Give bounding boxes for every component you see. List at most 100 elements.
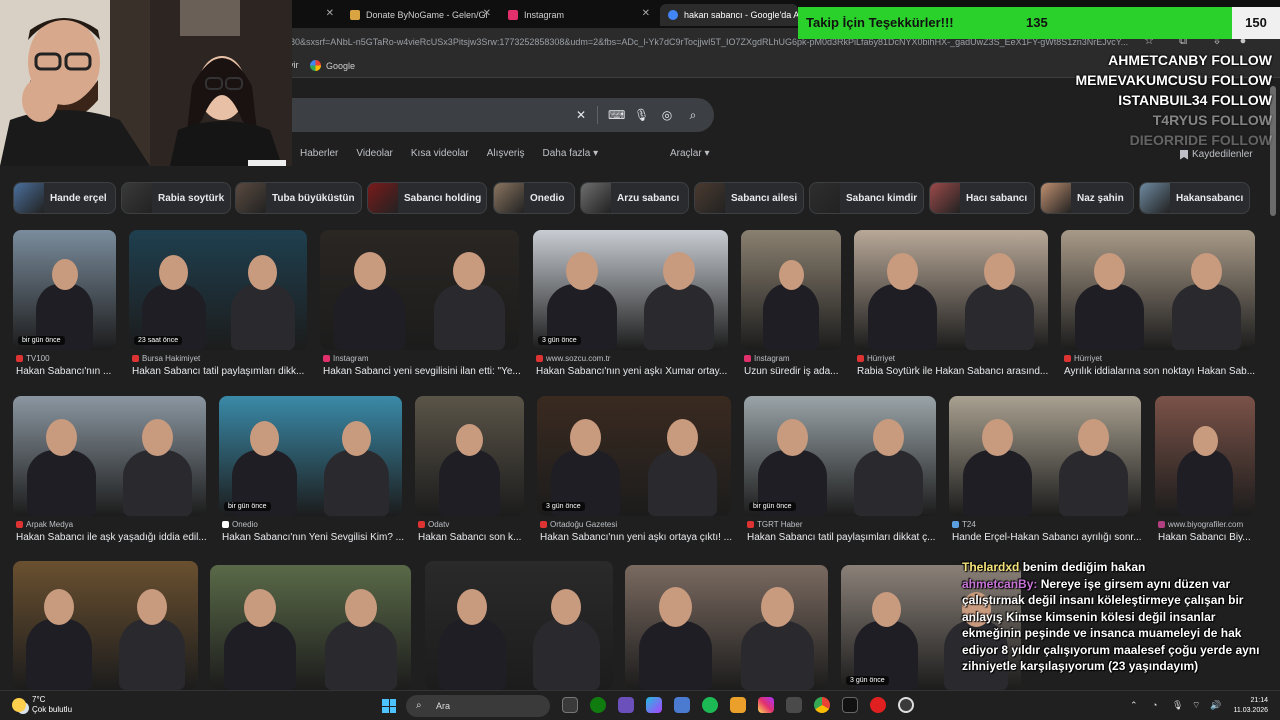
xbox-icon[interactable] — [590, 697, 606, 713]
file-explorer-icon[interactable] — [730, 697, 746, 713]
related-search-chip[interactable]: Rabia soytürk — [121, 182, 231, 214]
copilot-icon[interactable] — [646, 697, 662, 713]
tab-more[interactable]: Daha fazla ▾ — [542, 148, 598, 164]
browser-tab[interactable]: Donate ByNoGame - Gelen/Gi ✕ — [342, 4, 497, 26]
result-thumbnail[interactable] — [1155, 396, 1255, 516]
related-search-chip[interactable]: Tuba büyüküstün — [235, 182, 362, 214]
chrome-icon[interactable] — [814, 697, 830, 713]
result-thumbnail[interactable] — [320, 230, 519, 350]
tiktok-icon[interactable] — [842, 697, 858, 713]
search-input[interactable]: ✕ ⌨ 🎙 ◎ ⌕ — [280, 98, 714, 132]
clear-search-icon[interactable]: ✕ — [574, 108, 588, 122]
related-search-chip[interactable]: Sabancı kimdir — [809, 182, 924, 214]
result-source-row[interactable]: Instagram — [744, 354, 790, 363]
result-source-row[interactable]: Ortadoğu Gazetesi — [540, 520, 617, 529]
instagram-icon[interactable] — [758, 697, 774, 713]
keyboard-icon[interactable]: ⌨ — [608, 108, 625, 122]
browser-tab[interactable]: Instagram ✕ — [500, 4, 656, 26]
tools-button[interactable]: Araçlar ▾ — [670, 148, 709, 159]
result-thumbnail[interactable]: 3 gün önce — [533, 230, 728, 350]
result-thumbnail[interactable] — [13, 561, 198, 690]
result-source-row[interactable]: Hürriyet — [1064, 354, 1102, 363]
result-title[interactable]: Hakan Sabancı'nın yeni aşkı ortaya çıktı… — [540, 532, 734, 543]
result-title[interactable]: Hakan Sabancı ile aşk yaşadığı iddia edi… — [16, 532, 209, 543]
related-search-chip[interactable]: Naz şahin — [1040, 182, 1134, 214]
search-icon[interactable]: ⌕ — [686, 108, 700, 122]
saved-button[interactable]: Kaydedilenler — [1180, 149, 1253, 160]
photoshop-icon[interactable] — [618, 697, 634, 713]
result-title[interactable]: Ayrılık iddialarına son noktayı Hakan Sa… — [1064, 366, 1258, 377]
result-thumbnail[interactable] — [425, 561, 613, 690]
browser-tab[interactable]: ✕ — [292, 4, 340, 26]
taskbar-search[interactable]: ⌕ Ara — [406, 695, 550, 717]
bookmark-google[interactable]: Google — [310, 60, 355, 71]
result-title[interactable]: Hakan Sabancı'nın yeni aşkı Xumar ortay.… — [536, 366, 731, 377]
related-search-chip[interactable]: Onedio — [493, 182, 575, 214]
person-head — [984, 253, 1015, 290]
result-title[interactable]: Hakan Sabancı son k... — [418, 532, 527, 543]
result-source-row[interactable]: www.biyografiler.com — [1158, 520, 1243, 529]
obs-icon[interactable] — [898, 697, 914, 713]
weather-widget[interactable]: 7°C Çok bulutlu — [12, 695, 72, 715]
close-tab-icon[interactable]: ✕ — [326, 8, 334, 19]
tab-news[interactable]: Haberler — [300, 148, 338, 164]
microphone-icon[interactable]: 🎙 — [634, 108, 649, 122]
related-search-chip[interactable]: Arzu sabancı — [580, 182, 689, 214]
tab-videos[interactable]: Videolar — [356, 148, 393, 164]
chip-label: Hande erçel — [50, 192, 107, 204]
result-source-row[interactable]: TGRT Haber — [747, 520, 803, 529]
result-source-row[interactable]: www.sozcu.com.tr — [536, 354, 610, 363]
result-source-row[interactable]: Odatv — [418, 520, 449, 529]
tab-short-videos[interactable]: Kısa videolar — [411, 148, 469, 164]
related-search-chip[interactable]: Sabancı ailesi — [694, 182, 804, 214]
result-title[interactable]: Hakan Sabancı tatil paylaşımları dikk... — [132, 366, 310, 377]
result-title[interactable]: Hakan Sabanci yeni sevgilisini ilan etti… — [323, 366, 522, 377]
result-source-row[interactable]: Onedio — [222, 520, 258, 529]
result-source-row[interactable]: T24 — [952, 520, 976, 529]
person-head — [1191, 253, 1222, 290]
close-tab-icon[interactable]: ✕ — [642, 8, 650, 19]
result-thumbnail[interactable] — [741, 230, 841, 350]
result-thumbnail[interactable]: bir gün önce — [219, 396, 402, 516]
result-thumbnail[interactable] — [854, 230, 1048, 350]
result-thumbnail[interactable] — [210, 565, 411, 690]
result-source-row[interactable]: Arpak Medya — [16, 520, 73, 529]
result-title[interactable]: Hakan Sabancı'nın Yeni Sevgilisi Kim? ..… — [222, 532, 405, 543]
result-thumbnail[interactable] — [1061, 230, 1255, 350]
result-thumbnail[interactable] — [949, 396, 1141, 516]
result-title[interactable]: Hakan Sabancı tatil paylaşımları dikkat … — [747, 532, 939, 543]
opera-icon[interactable] — [870, 697, 886, 713]
result-source-row[interactable]: Hürriyet — [857, 354, 895, 363]
result-title[interactable]: Rabia Soytürk ile Hakan Sabancı arasınd.… — [857, 366, 1051, 377]
result-source-row[interactable]: Instagram — [323, 354, 369, 363]
result-source-row[interactable]: Bursa Hakimiyet — [132, 354, 200, 363]
person-head — [52, 259, 78, 290]
result-thumbnail[interactable]: 3 gün önce — [537, 396, 731, 516]
time-ago-badge: 3 gün önce — [538, 336, 581, 345]
result-thumbnail[interactable] — [415, 396, 524, 516]
result-thumbnail[interactable]: bir gün önce — [744, 396, 936, 516]
result-title[interactable]: Hakan Sabancı Biy... — [1158, 532, 1258, 543]
lens-icon[interactable]: ◎ — [660, 108, 674, 122]
result-source-row[interactable]: TV100 — [16, 354, 50, 363]
instagram-favicon-icon — [508, 10, 518, 20]
tab-shopping[interactable]: Alışveriş — [487, 148, 525, 164]
teams-icon[interactable] — [674, 697, 690, 713]
capcut-icon[interactable] — [786, 697, 802, 713]
task-view-icon[interactable] — [562, 697, 578, 713]
close-tab-icon[interactable]: ✕ — [483, 8, 491, 19]
result-thumbnail[interactable]: bir gün önce — [13, 230, 116, 350]
related-search-chip[interactable]: Hakansabancı — [1139, 182, 1250, 214]
result-thumbnail[interactable]: 23 saat önce — [129, 230, 307, 350]
related-search-chip[interactable]: Hande erçel — [13, 182, 116, 214]
spotify-icon[interactable] — [702, 697, 718, 713]
related-search-chip[interactable]: Hacı sabancı — [929, 182, 1035, 214]
browser-tab-active[interactable]: hakan sabancı - Google'da Ara — [660, 4, 798, 26]
result-thumbnail[interactable] — [625, 565, 828, 690]
result-title[interactable]: Hande Erçel-Hakan Sabancı ayrılığı sonr.… — [952, 532, 1144, 543]
result-title[interactable]: Uzun süredir iş ada... — [744, 366, 844, 377]
related-search-chip[interactable]: Sabancı holding — [367, 182, 487, 214]
result-title[interactable]: Hakan Sabancı'nın ... — [16, 366, 119, 377]
result-thumbnail[interactable] — [13, 396, 206, 516]
windows-start-icon[interactable] — [382, 699, 396, 713]
